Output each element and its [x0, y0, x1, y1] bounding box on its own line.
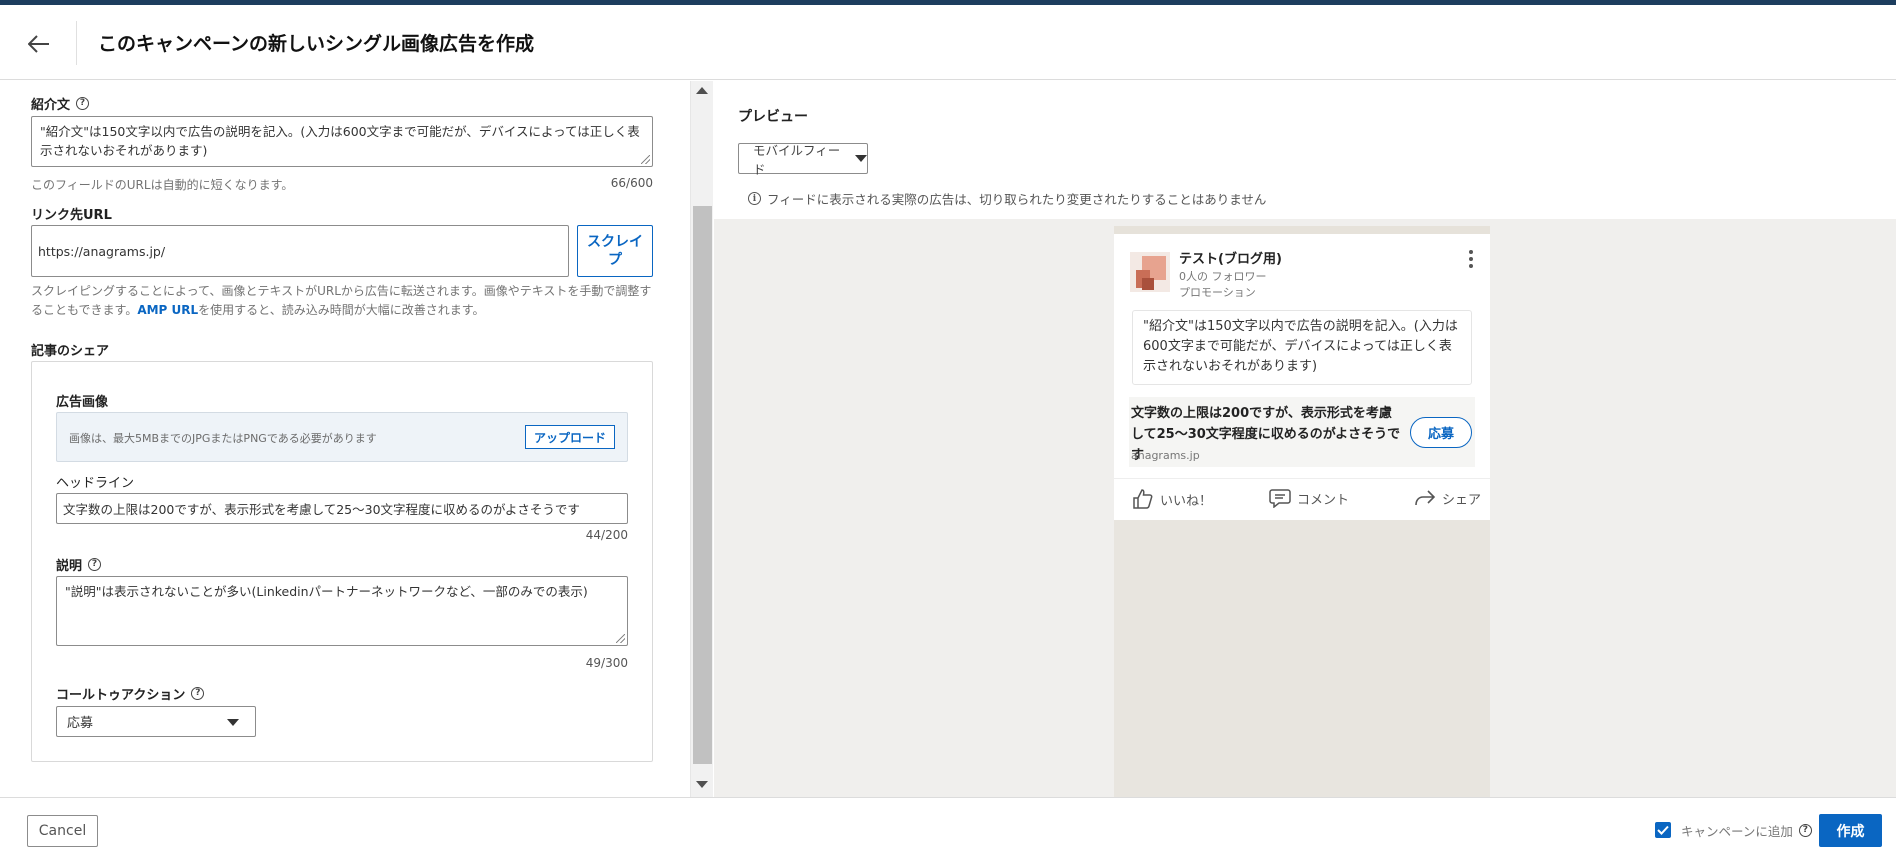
url-help-after: を使用すると、読み込み時間が大幅に改善されます。: [198, 303, 485, 317]
url-label: リンク先URL: [31, 208, 112, 223]
resize-handle-icon[interactable]: [616, 634, 625, 643]
checkmark-icon: [1657, 825, 1669, 835]
social-divider: [1114, 478, 1490, 479]
url-input[interactable]: https://anagrams.jp/: [31, 225, 569, 277]
preview-title: プレビュー: [738, 109, 808, 125]
feed-type-value: モバイルフィード: [753, 142, 841, 177]
post-intro-text: "紹介文"は150文字以内で広告の説明を記入。(入力は600文字まで可能だが、デ…: [1132, 310, 1472, 385]
url-value: https://anagrams.jp/: [38, 243, 166, 259]
upload-button[interactable]: アップロード: [524, 425, 615, 449]
description-textarea[interactable]: "説明"は表示されないことが多い(Linkedinパートナーネットワークなど、一…: [56, 576, 628, 646]
info-circle-icon: i: [748, 192, 761, 205]
header-divider: [76, 21, 77, 65]
intro-helper-text: このフィールドのURLは自動的に短くなります。: [31, 178, 294, 192]
scroll-up-arrow-icon[interactable]: [696, 87, 708, 94]
ad-domain: anagrams.jp: [1131, 449, 1200, 462]
scrape-button[interactable]: スクレイプ: [577, 225, 653, 277]
cta-label: コールトゥアクション: [56, 688, 186, 703]
arrow-left-icon: [28, 35, 49, 53]
resize-handle-icon[interactable]: [641, 155, 650, 164]
cta-label-row: コールトゥアクション ?: [56, 684, 205, 703]
company-logo: [1130, 252, 1170, 292]
chevron-down-icon: [855, 155, 867, 162]
question-circle-icon[interactable]: ?: [191, 687, 205, 700]
chevron-down-icon: [227, 719, 239, 726]
feed-type-select[interactable]: モバイルフィード: [738, 143, 868, 177]
company-name[interactable]: テスト(ブログ用): [1179, 248, 1282, 267]
intro-textarea[interactable]: "紹介文"は150文字以内で広告の説明を記入。(入力は600文字まで可能だが、デ…: [31, 116, 653, 167]
upload-hint: 画像は、最大5MBまでのJPGまたはPNGである必要があります: [69, 432, 377, 445]
form-scrollbar[interactable]: [690, 81, 713, 797]
cta-select[interactable]: 応募: [56, 706, 256, 737]
vertical-dots-icon[interactable]: [1468, 250, 1474, 268]
sponsored-post-card: テスト(ブログ用) 0人の フォロワー プロモーション "紹介文"は150文字以…: [1114, 234, 1490, 520]
headline-label: ヘッドライン: [56, 476, 135, 491]
share-button[interactable]: シェア: [1414, 488, 1481, 508]
add-to-campaign-label: キャンペーンに追加: [1681, 824, 1793, 839]
description-label-row: 説明 ?: [56, 555, 102, 574]
page-title: このキャンペーンの新しいシングル画像広告を作成: [98, 33, 535, 55]
scroll-thumb[interactable]: [693, 206, 712, 764]
add-to-campaign-checkbox[interactable]: [1655, 822, 1671, 838]
preview-notice-text: フィードに表示される実際の広告は、切り取られたり変更されたりすることはありません: [767, 192, 1267, 207]
comment-label: コメント: [1297, 492, 1350, 508]
add-to-campaign-label-row: キャンペーンに追加 ?: [1681, 821, 1812, 840]
page-header: このキャンペーンの新しいシングル画像広告を作成: [0, 5, 1896, 80]
url-help-text: スクレイピングすることによって、画像とテキストがURLから広告に転送されます。画…: [31, 282, 657, 320]
article-share-label: 記事のシェア: [31, 344, 110, 359]
description-char-counter: 49/300: [585, 656, 628, 670]
like-button[interactable]: いいね！: [1132, 488, 1212, 510]
intro-label: 紹介文: [31, 98, 71, 113]
ad-image-label: 広告画像: [56, 395, 109, 410]
comment-button[interactable]: コメント: [1269, 488, 1349, 508]
thumbs-up-icon: [1133, 489, 1153, 509]
intro-label-row: 紹介文 ?: [31, 94, 90, 113]
ad-link-footer[interactable]: 文字数の上限は200ですが、表示形式を考慮して25～30文字程度に収めるのがよさ…: [1129, 397, 1475, 467]
preview-notice: i フィードに表示される実際の広告は、切り取られたり変更されたりすることはありま…: [748, 189, 1266, 208]
scroll-down-arrow-icon[interactable]: [696, 781, 708, 788]
amp-url-link[interactable]: AMP URL: [137, 303, 198, 317]
promoted-label: プロモーション: [1179, 286, 1256, 299]
comment-icon: [1269, 489, 1291, 508]
intro-char-counter: 66/600: [610, 176, 653, 190]
headline-char-counter: 44/200: [585, 528, 628, 542]
cta-button[interactable]: 応募: [1410, 417, 1472, 448]
question-circle-icon[interactable]: ?: [1798, 824, 1812, 837]
headline-value: 文字数の上限は200ですが、表示形式を考慮して25～30文字程度に収めるのがよさ…: [63, 502, 580, 517]
question-circle-icon[interactable]: ?: [88, 558, 102, 571]
intro-text: "紹介文"は150文字以内で広告の説明を記入。(入力は600文字まで可能だが、デ…: [40, 124, 640, 158]
phone-frame-bottom: [1114, 520, 1490, 797]
share-label: シェア: [1442, 492, 1482, 508]
headline-input[interactable]: 文字数の上限は200ですが、表示形式を考慮して25～30文字程度に収めるのがよさ…: [56, 493, 628, 524]
description-text: "説明"は表示されないことが多い(Linkedinパートナーネットワークなど、一…: [65, 584, 588, 599]
share-arrow-icon: [1415, 490, 1436, 506]
description-label: 説明: [56, 559, 83, 574]
phone-frame-top: [1114, 226, 1490, 234]
cancel-button[interactable]: Cancel: [27, 815, 98, 847]
question-circle-icon[interactable]: ?: [76, 97, 90, 110]
like-label: いいね！: [1160, 493, 1213, 509]
back-button[interactable]: [22, 27, 56, 61]
follower-count: 0人の フォロワー: [1179, 270, 1267, 283]
page-footer: Cancel キャンペーンに追加 ? 作成: [0, 797, 1896, 861]
create-button[interactable]: 作成: [1819, 814, 1882, 847]
image-upload-area[interactable]: 画像は、最大5MBまでのJPGまたはPNGである必要があります アップロード: [56, 412, 628, 462]
cta-selected-value: 応募: [67, 716, 94, 731]
